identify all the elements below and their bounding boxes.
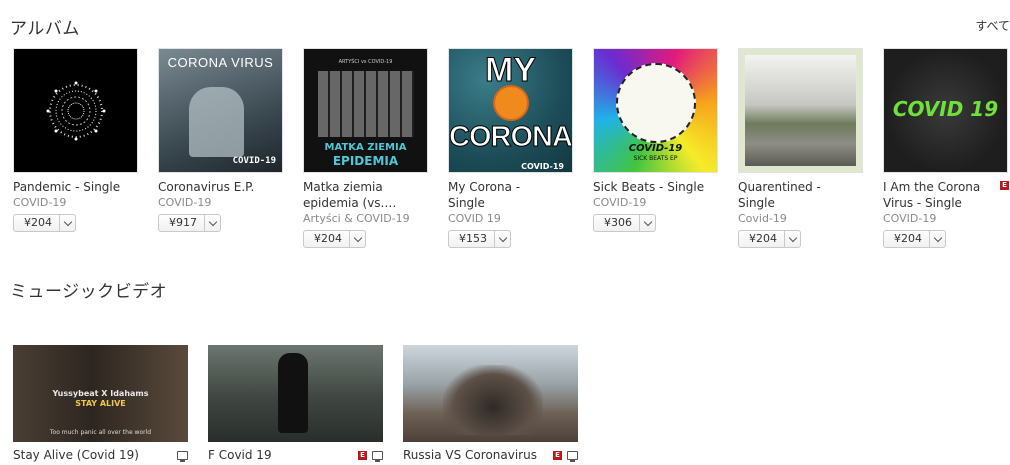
album-title[interactable]: Pandemic - Single [13, 179, 125, 195]
album-card[interactable]: Quarentined - Single Covid-19 ¥204 [738, 48, 863, 248]
chevron-down-icon[interactable] [494, 231, 510, 247]
cover-title: MATKA ZIEMIA [324, 142, 407, 153]
price-button[interactable]: ¥917 [158, 214, 221, 232]
price-label[interactable]: ¥306 [594, 215, 639, 231]
album-artist[interactable]: COVID-19 [158, 195, 278, 210]
album-artist[interactable]: COVID 19 [448, 211, 568, 226]
album-artist[interactable]: Artyści & COVID-19 [303, 211, 423, 226]
album-card[interactable]: ARTYŚCI vs COVID-19 MATKA ZIEMIA EPIDEMI… [303, 48, 428, 248]
cover-figure [189, 87, 244, 157]
albums-section-title: アルバム [10, 19, 80, 39]
tv-icon [372, 450, 383, 462]
videos-section-title: ミュージックビデオ [10, 282, 168, 302]
price-button[interactable]: ¥204 [303, 230, 366, 248]
price-button[interactable]: ¥204 [738, 230, 801, 248]
price-label[interactable]: ¥204 [739, 231, 784, 247]
album-title[interactable]: Sick Beats - Single [593, 179, 705, 195]
video-thumbnail[interactable]: Yussybeat X Idahams STAY ALIVE Too much … [13, 345, 188, 442]
cover-virus-emoji [493, 85, 529, 121]
cover-subtitle: SICK BEATS EP [633, 155, 678, 162]
cover-title: COVID 19 [892, 97, 999, 121]
album-card[interactable]: COVID 19 I Am the Corona Virus - Single … [883, 48, 1009, 248]
price-label[interactable]: ¥917 [159, 215, 204, 231]
video-card[interactable]: F Covid 19 E [208, 345, 383, 462]
album-card[interactable]: MY CORONA COVID-19 My Corona - Single CO… [448, 48, 573, 248]
explicit-badge: E [553, 450, 562, 460]
album-cover[interactable]: CORONA VIRUS COVID-19 [158, 48, 283, 173]
video-thumbnail[interactable] [403, 345, 578, 442]
albums-grid: Pandemic - Single COVID-19 ¥204 CORONA V… [13, 48, 1010, 258]
cover-subtitle: CORONA [449, 121, 572, 154]
album-card[interactable]: COVID-19 SICK BEATS EP Sick Beats - Sing… [593, 48, 718, 232]
album-cover[interactable]: ARTYŚCI vs COVID-19 MATKA ZIEMIA EPIDEMI… [303, 48, 428, 173]
price-button[interactable]: ¥306 [593, 214, 656, 232]
album-cover[interactable] [738, 48, 863, 173]
price-button[interactable]: ¥204 [883, 230, 946, 248]
album-artist[interactable]: COVID-19 [13, 195, 133, 210]
cover-top-text: ARTYŚCI vs COVID-19 [338, 59, 393, 65]
album-title[interactable]: My Corona - Single [448, 179, 560, 211]
thumbnail-overlay-caption: Too much panic all over the world [49, 429, 152, 436]
album-cover[interactable]: COVID-19 SICK BEATS EP [593, 48, 718, 173]
price-button[interactable]: ¥153 [448, 230, 511, 248]
virus-artwork [46, 81, 106, 141]
chevron-down-icon[interactable] [204, 215, 220, 231]
album-title[interactable]: Quarentined - Single [738, 179, 850, 211]
album-artist[interactable]: COVID-19 [593, 195, 713, 210]
price-label[interactable]: ¥204 [884, 231, 929, 247]
album-title[interactable]: Coronavirus E.P. [158, 179, 270, 195]
explicit-badge: E [358, 450, 367, 460]
price-label[interactable]: ¥153 [449, 231, 494, 247]
cover-subtitle: COVID-19 [232, 156, 276, 166]
chevron-down-icon[interactable] [639, 215, 655, 231]
price-label[interactable]: ¥204 [304, 231, 349, 247]
thumbnail-overlay-artists: Yussybeat X Idahams [52, 389, 149, 398]
cover-small-text: COVID-19 [521, 162, 564, 171]
cover-title: COVID-19 [628, 143, 683, 154]
videos-grid: Yussybeat X Idahams STAY ALIVE Too much … [13, 345, 613, 465]
video-title[interactable]: Stay Alive (Covid 19) [13, 448, 174, 462]
thumbnail-overlay-title: STAY ALIVE [75, 399, 126, 408]
album-title[interactable]: Matka ziemia epidemia (vs. COVI... [303, 179, 415, 211]
price-label[interactable]: ¥204 [14, 215, 59, 231]
tv-icon [567, 450, 578, 462]
chevron-down-icon[interactable] [784, 231, 800, 247]
cover-subtitle: EPIDEMIA [332, 154, 399, 168]
album-cover[interactable]: COVID 19 [883, 48, 1008, 173]
video-thumbnail[interactable] [208, 345, 383, 442]
album-cover[interactable] [13, 48, 138, 173]
cover-artwork-circle [616, 63, 696, 143]
video-card[interactable]: Yussybeat X Idahams STAY ALIVE Too much … [13, 345, 188, 462]
video-title[interactable]: F Covid 19 [208, 448, 358, 462]
thumbnail-figure [278, 353, 308, 433]
chevron-down-icon[interactable] [59, 215, 75, 231]
thumbnail-figures [443, 365, 543, 435]
explicit-badge: E [1000, 181, 1009, 190]
cover-title: CORONA VIRUS [167, 55, 274, 70]
price-button[interactable]: ¥204 [13, 214, 76, 232]
cover-photo [745, 55, 856, 166]
video-card[interactable]: Russia VS Coronavirus E [403, 345, 578, 462]
video-title[interactable]: Russia VS Coronavirus [403, 448, 553, 462]
album-title[interactable]: I Am the Corona Virus - Single [883, 179, 995, 211]
album-artist[interactable]: Covid-19 [738, 211, 858, 226]
album-card[interactable]: Pandemic - Single COVID-19 ¥204 [13, 48, 138, 232]
see-all-link[interactable]: すべて [975, 17, 1010, 34]
album-artist[interactable]: COVID-19 [883, 211, 1003, 226]
album-cover[interactable]: MY CORONA COVID-19 [448, 48, 573, 173]
album-card[interactable]: CORONA VIRUS COVID-19 Coronavirus E.P. C… [158, 48, 283, 232]
chevron-down-icon[interactable] [349, 231, 365, 247]
tv-icon [177, 450, 188, 462]
cover-photo-grid [318, 71, 414, 137]
chevron-down-icon[interactable] [929, 231, 945, 247]
